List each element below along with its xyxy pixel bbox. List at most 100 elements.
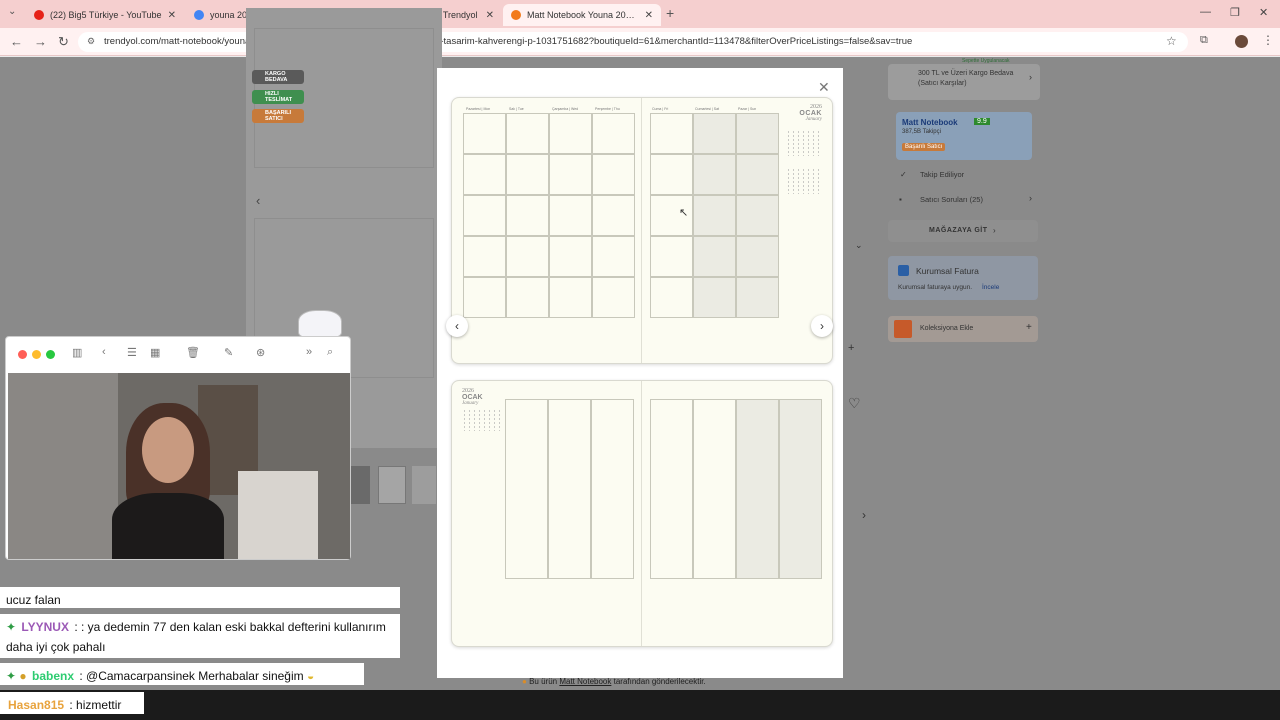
maximize-icon[interactable]: ❐ [1230,6,1240,19]
menu-icon[interactable]: ⋮ [1262,33,1274,47]
check-icon: ✓ [900,170,907,179]
url-input[interactable]: ⚙ trendyol.com/matt-notebook/youna-2026-… [78,32,1188,52]
url-text: trendyol.com/matt-notebook/youna-2026-yi… [104,36,913,47]
month-header: 2026 OCAK January [462,388,502,406]
planner-cell [736,399,779,579]
day-header: Cuma | Fri [652,107,669,111]
share-icon[interactable]: ⊛ [256,346,265,359]
chat-username[interactable]: babenx [30,669,76,683]
thumbnail[interactable] [378,466,406,504]
zoom-dot[interactable] [46,350,55,359]
invoice-link[interactable]: İncele [982,284,999,291]
tab-trendyol-product[interactable]: Matt Notebook Youna 2026 Yı ✕ [503,4,661,26]
footer-suffix: tarafından gönderilecektir. [613,677,706,686]
gallery-prev-icon[interactable]: ‹ [256,193,260,208]
day-header: Pazar | Sun [738,107,757,111]
dresser [238,471,318,559]
seller-name[interactable]: Matt Notebook [902,118,958,127]
planner-cell [506,236,549,277]
planner-cell [736,277,779,318]
store-button[interactable]: MAĞAZAYA GİT › [888,220,1038,242]
close-dot[interactable] [18,350,27,359]
chat-username[interactable]: Hasan815 [6,698,66,712]
planner-cell [736,236,779,277]
planner-cell [549,154,592,195]
collection-card[interactable]: Koleksiyona Ekle + [888,316,1038,342]
seller-questions-link[interactable]: Satıcı Soruları (25) [920,195,983,204]
heart-icon[interactable]: ♡ [848,395,861,412]
mouse-cursor-icon: ↖ [679,207,689,219]
seller-score: 9.9 [974,118,990,125]
bookmark-star-icon[interactable]: ☆ [1166,34,1177,48]
badge-fast-delivery: HIZLI TESLİMAT [252,90,304,104]
chevron-right-icon: › [820,319,824,333]
new-tab-icon[interactable]: + [666,5,674,21]
forward-icon[interactable]: → [34,34,47,49]
planner-cell [693,277,736,318]
minimize-dot[interactable] [32,350,41,359]
coin-badge-icon: ● [19,669,27,683]
back-icon[interactable]: ← [10,34,23,49]
notes-window: ▥ ‹ ☰ ▦ 🗑 ✎ ⊛ » ⌕ [5,336,351,560]
day-header: Salı | Tue [509,107,524,111]
planner-cell [463,154,506,195]
trash-icon[interactable]: 🗑 [186,346,200,359]
address-bar: ← → ↻ ⚙ trendyol.com/matt-notebook/youna… [0,28,1280,56]
badge-label: HIZLI TESLİMAT [265,91,293,103]
trendyol-icon [511,10,521,20]
compose-icon[interactable]: ✎ [224,346,233,359]
next-image-button[interactable]: › [811,315,833,337]
chat-text: ucuz falan [6,593,61,607]
plus-icon[interactable]: + [848,342,854,354]
chevron-right-icon[interactable]: › [1029,193,1032,203]
chevron-down-icon[interactable]: ⌄ [855,240,863,251]
following-button[interactable]: Takip Ediliyor [920,170,964,179]
reload-icon[interactable]: ↻ [58,34,69,50]
plus-icon[interactable]: + [1026,322,1032,333]
site-info-icon[interactable]: ⚙ [87,36,95,47]
tab-list-icon[interactable]: ⌄ [8,6,16,17]
chat-message: ✦ LYYNUX : : ya dedemin 77 den kalan esk… [0,614,400,658]
chat-message: ✦ ● babenx : @Camacarpansinek Merhabalar… [0,663,364,685]
browser-tab-bar: ⌄ (22) Big5 Türkiye - YouTube ✕ youna 20… [0,0,1280,28]
month-label: OCAK [462,394,483,401]
planner-cell [736,154,779,195]
planner-cell [549,195,592,236]
tab-youtube[interactable]: (22) Big5 Türkiye - YouTube ✕ [26,4,184,26]
seller-link[interactable]: Matt Notebook [559,677,611,686]
chevron-right-icon[interactable]: › [862,508,866,522]
youtube-icon [34,10,44,20]
more-icon[interactable]: » [306,346,312,358]
close-icon[interactable]: ✕ [486,10,494,21]
minimize-icon[interactable]: — [1200,6,1211,18]
planner-cell [693,154,736,195]
sidebar-icon[interactable]: ▥ [72,346,82,359]
close-icon[interactable]: ✕ [645,10,653,21]
extensions-icon[interactable]: ⧉ [1200,34,1208,47]
seller-card[interactable]: Matt Notebook 9.9 387,5B Takipçi Başarıl… [896,112,1032,160]
cargo-note: Sepette Uygulanacak [962,58,1010,64]
planner-cell [549,236,592,277]
planner-cell [592,236,635,277]
planner-cell [506,113,549,154]
thumbnail[interactable] [350,466,370,504]
close-window-icon[interactable]: ✕ [1259,6,1268,19]
thumbnail[interactable] [412,466,436,504]
badge-free-shipping: KARGO BEDAVA [252,70,304,84]
prev-image-button[interactable]: ‹ [446,315,468,337]
chevron-right-icon[interactable]: › [1029,72,1032,82]
close-icon[interactable]: ✕ [818,79,830,96]
planner-cell [463,195,506,236]
list-icon[interactable]: ☰ [127,346,137,359]
seller-badge: Başarılı Satıcı [902,143,946,151]
close-icon[interactable]: ✕ [168,10,176,21]
planner-page-weekly: 2026 OCAK January [451,380,833,647]
footer-prefix: Bu ürün [529,677,558,686]
cargo-line1: 300 TL ve Üzeri Kargo Bedava [918,70,1014,77]
avatar[interactable] [1235,35,1248,48]
screen: ⌄ (22) Big5 Türkiye - YouTube ✕ youna 20… [0,0,1280,720]
chat-username[interactable]: LYYNUX [19,620,71,634]
back-icon[interactable]: ‹ [102,346,106,358]
search-icon[interactable]: ⌕ [327,346,333,359]
grid-icon[interactable]: ▦ [150,346,160,359]
